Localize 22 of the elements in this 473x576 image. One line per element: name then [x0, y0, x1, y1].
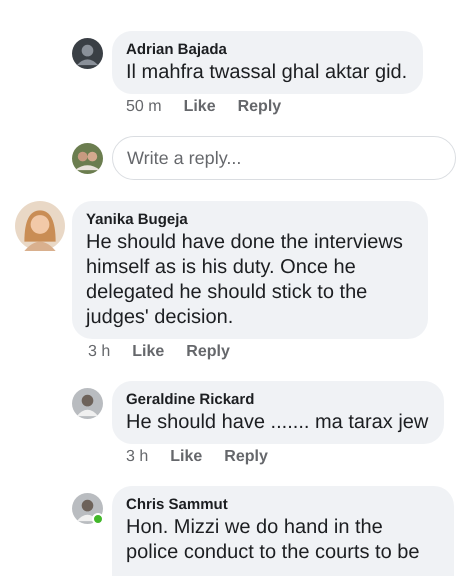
- timestamp: 3 h: [88, 343, 110, 361]
- author-name[interactable]: Yanika Bugeja: [86, 210, 414, 230]
- comment-action-link[interactable]: Reply: [224, 448, 268, 466]
- comment-action-link[interactable]: Like: [184, 98, 216, 116]
- online-dot: [92, 513, 104, 525]
- avatar-icon[interactable]: [72, 388, 103, 419]
- avatar-icon[interactable]: [72, 142, 103, 174]
- author-name[interactable]: Geraldine Rickard: [126, 390, 428, 410]
- comment-action-link[interactable]: Like: [132, 343, 164, 361]
- comment-text: He should have ....... ma tarax jew: [126, 410, 428, 435]
- timestamp: 50 m: [126, 98, 162, 116]
- comment-text: Il mahfra twassal ghal aktar gid.: [126, 60, 408, 85]
- author-name[interactable]: Chris Sammut: [126, 495, 438, 515]
- comment-action-link[interactable]: Reply: [186, 343, 230, 361]
- comment-text: Hon. Mizzi we do hand in the police conduct to the courts to be: [126, 515, 421, 565]
- author-name[interactable]: Adrian Bajada: [126, 40, 408, 60]
- comment-text: He should have done the interviews himself as is his duty. Once he delegated he should stick to the judges' decision.: [86, 230, 404, 330]
- comment-action-link[interactable]: Like: [170, 448, 202, 466]
- comment-action-link[interactable]: Reply: [238, 98, 282, 116]
- timestamp: 3 h: [126, 448, 148, 466]
- avatar-icon[interactable]: [72, 38, 103, 69]
- reply-field[interactable]: Write a reply...: [112, 136, 456, 180]
